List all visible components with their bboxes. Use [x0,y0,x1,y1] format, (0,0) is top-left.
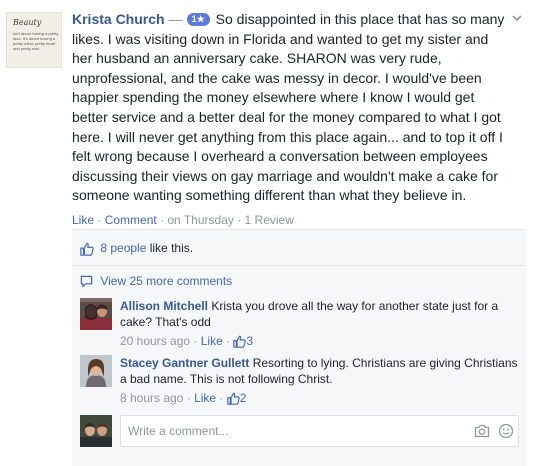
comment-like-link[interactable]: Like [201,334,223,348]
comment-body: Allison Mitchell Krista you drove all th… [120,298,520,349]
likes-suffix: like this. [146,241,194,255]
comment-input[interactable] [120,415,519,447]
post-timestamp[interactable]: on Thursday [167,213,234,227]
comment-like-count[interactable]: 3 [246,334,253,348]
commenter-name-link[interactable]: Allison Mitchell [120,299,208,313]
review-text: So disappointed in this place that has s… [72,11,505,204]
commenter-avatar[interactable] [80,355,112,387]
comment-composer [80,415,520,447]
comment-timestamp[interactable]: 20 hours ago [120,334,190,348]
post-actions: Like · Comment · on Thursday · 1 Review [72,213,294,227]
meta-separator: · [216,391,227,405]
post-author-link[interactable]: Krista Church [72,11,165,27]
chevron-down-icon[interactable] [510,12,524,26]
thumbs-up-icon [233,334,247,348]
commenter-avatar[interactable] [80,298,112,330]
likers-link[interactable]: 8 people [100,241,146,255]
review-post: Beauty isn't about having a pretty face.… [0,0,539,466]
actions-separator: · [233,213,245,227]
comment-meta: 8 hours ago · Like · 2 [120,390,520,406]
emoji-icon[interactable] [498,423,514,444]
view-more-comments[interactable]: View 25 more comments [80,274,232,288]
comment-like-count[interactable]: 2 [240,391,247,405]
feedback-section: 8 people like this. View 25 more comment… [72,229,526,466]
meta-separator: · [190,334,201,348]
thumbs-up-icon [226,391,240,405]
actions-separator: · [156,213,168,227]
thumbs-up-icon [80,241,100,256]
avatar-title: Beauty [13,18,42,27]
comment-meta: 20 hours ago · Like · 3 [120,333,520,349]
commenter-name-link[interactable]: Stacey Gantner Gullett [120,356,249,370]
author-avatar[interactable]: Beauty isn't about having a pretty face.… [6,12,62,68]
avatar-quote: isn't about having a pretty face. It's a… [13,31,59,51]
comment-timestamp[interactable]: 8 hours ago [120,391,183,405]
comment-bubble-icon [80,274,100,288]
review-count[interactable]: 1 Review [245,213,294,227]
view-more-label: View 25 more comments [100,274,233,288]
comment-like-link[interactable]: Like [194,391,216,405]
camera-icon[interactable] [474,423,490,444]
actions-separator: · [94,213,105,227]
meta-separator: · [183,391,195,405]
rating-badge: 1★ [186,13,210,26]
post-content: Krista Church —1★ So disappointed in this … [72,10,512,206]
comment-body: Stacey Gantner Gullett Resorting to lyin… [120,355,520,406]
comment-link[interactable]: Comment [105,213,157,227]
meta-separator: · [222,334,234,348]
author-separator: — [168,11,183,27]
current-user-avatar [80,415,112,447]
like-link[interactable]: Like [72,213,94,227]
likes-summary: 8 people like this. [72,230,526,266]
